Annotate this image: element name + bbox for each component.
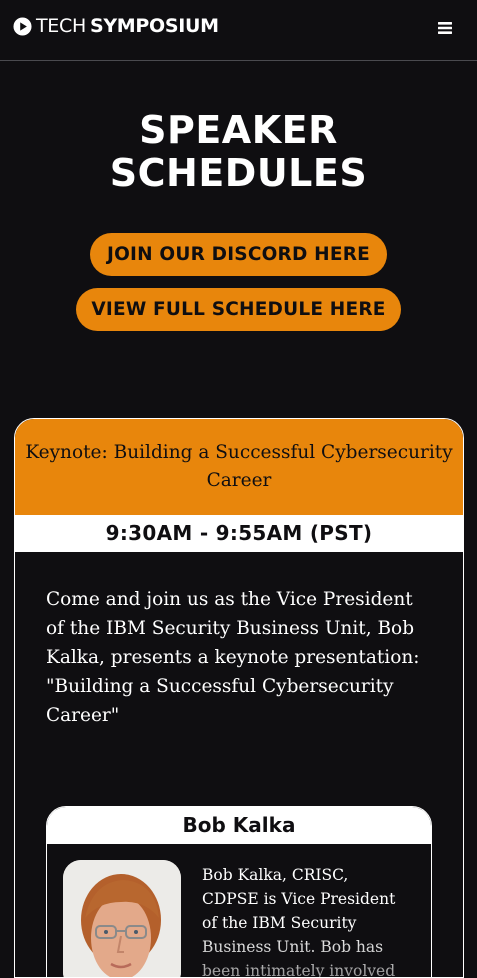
session-title: Keynote: Building a Successful Cybersecu…: [15, 419, 463, 515]
hamburger-menu-icon[interactable]: [436, 19, 454, 37]
session-time: 9:30AM - 9:55AM (PST): [15, 515, 463, 552]
session-card: Keynote: Building a Successful Cybersecu…: [14, 418, 464, 978]
logo-text-bold: SYMPOSIUM: [89, 15, 219, 37]
site-logo[interactable]: TECH SYMPOSIUM: [13, 14, 219, 38]
session-description: Come and join us as the Vice President o…: [46, 589, 420, 726]
top-navigation-bar: TECH SYMPOSIUM: [0, 0, 477, 61]
page-title: SPEAKER SCHEDULES: [0, 109, 477, 195]
view-full-schedule-button[interactable]: VIEW FULL SCHEDULE HERE: [76, 288, 401, 331]
speaker-portrait-image: [63, 860, 181, 977]
logo-text: TECH SYMPOSIUM: [36, 14, 219, 38]
page-title-line1: SPEAKER: [139, 108, 338, 152]
speaker-name: Bob Kalka: [47, 807, 431, 844]
play-circle-icon: [13, 16, 32, 36]
speaker-photo: [63, 860, 181, 977]
logo-text-light: TECH: [36, 15, 86, 37]
speaker-bio: Bob Kalka, CRISC, CDPSE is Vice Presiden…: [202, 866, 396, 978]
speaker-card: Bob Kalka Bob Kalka, CRISC, CDPSE is Vic…: [46, 806, 432, 978]
page-title-line2: SCHEDULES: [109, 151, 368, 195]
join-discord-button[interactable]: JOIN OUR DISCORD HERE: [90, 233, 387, 276]
